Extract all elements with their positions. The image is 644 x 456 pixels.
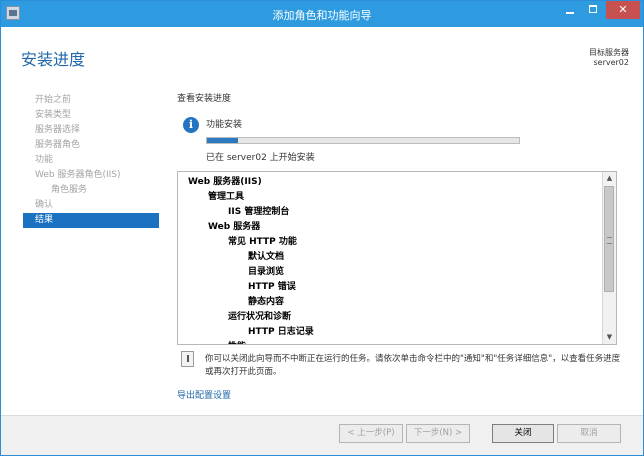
export-configuration-link[interactable]: 导出配置设置 <box>177 388 231 401</box>
nav-item-role-services: 角色服务 <box>51 185 88 195</box>
nav-item-server-selection: 服务器选择 <box>35 125 81 135</box>
section-heading: 查看安装进度 <box>177 94 232 104</box>
cancel-button[interactable]: 取消 <box>557 424 621 443</box>
progress-fill <box>207 138 239 143</box>
tree-item: IIS 管理控制台 <box>228 207 290 217</box>
note-icon <box>181 351 194 367</box>
note-text: 你可以关闭此向导而不中断正在运行的任务。请依次单击命令栏中的"通知"和"任务详细… <box>205 354 621 377</box>
nav-item-server-roles: 服务器角色 <box>35 140 81 150</box>
scroll-down-icon[interactable]: ▼ <box>603 331 616 344</box>
target-server-value: server02 <box>593 58 629 67</box>
nav-item-web-server-role: Web 服务器角色(IIS) <box>35 170 121 180</box>
tree-item: 运行状况和诊断 <box>228 312 292 322</box>
maximize-button[interactable] <box>582 1 606 19</box>
tree-item: Web 服务器(IIS) <box>188 177 262 187</box>
tree-item: HTTP 日志记录 <box>248 327 314 337</box>
tree-item: 管理工具 <box>208 192 245 202</box>
page-title: 安装进度 <box>21 50 86 69</box>
vertical-scrollbar[interactable]: ▲ ▼ <box>602 172 616 344</box>
close-button[interactable]: 关闭 <box>492 424 554 443</box>
minimize-button[interactable] <box>558 1 582 19</box>
progress-status: 已在 server02 上开始安装 <box>206 153 315 163</box>
tree-item: 常见 HTTP 功能 <box>228 237 297 247</box>
tree-item: 默认文档 <box>248 252 285 262</box>
tree-item: 性能 <box>228 339 246 344</box>
nav-item-before-you-begin: 开始之前 <box>35 95 72 105</box>
nav-item-features: 功能 <box>35 155 54 165</box>
tree-item: HTTP 错误 <box>248 282 296 292</box>
results-tree[interactable]: Web 服务器(IIS) 管理工具 IIS 管理控制台 Web 服务器 常见 H… <box>177 171 617 345</box>
previous-button[interactable]: < 上一步(P) <box>339 424 403 443</box>
nav-item-results[interactable]: 结果 <box>23 213 159 228</box>
scroll-up-icon[interactable]: ▲ <box>603 172 616 185</box>
close-icon: ✕ <box>618 3 628 16</box>
minimize-icon <box>566 12 574 14</box>
grip-icon <box>607 237 612 244</box>
maximize-icon <box>589 5 597 13</box>
tree-item: Web 服务器 <box>208 222 261 232</box>
installation-progress-bar <box>206 137 520 144</box>
wizard-nav: 开始之前 安装类型 服务器选择 服务器角色 功能 Web 服务器角色(IIS) … <box>23 93 159 228</box>
nav-item-confirmation: 确认 <box>35 200 54 210</box>
target-server-label: 目标服务器 <box>589 48 629 57</box>
tree-item: 目录浏览 <box>248 267 285 277</box>
window-title: 添加角色和功能向导 <box>272 9 372 22</box>
next-button[interactable]: 下一步(N) > <box>406 424 470 443</box>
feature-installation-label: 功能安装 <box>206 120 243 130</box>
wizard-footer: < 上一步(P) 下一步(N) > 关闭 取消 <box>1 415 643 455</box>
nav-item-installation-type: 安装类型 <box>35 110 72 120</box>
tree-item: 静态内容 <box>248 297 285 307</box>
info-icon: i <box>183 117 199 133</box>
title-bar[interactable]: 添加角色和功能向导 ✕ <box>1 1 643 27</box>
wizard-window: 添加角色和功能向导 ✕ 安装进度 目标服务器 server02 开始之前 安装类… <box>0 0 644 456</box>
close-window-button[interactable]: ✕ <box>606 1 640 19</box>
scroll-thumb[interactable] <box>604 186 614 292</box>
